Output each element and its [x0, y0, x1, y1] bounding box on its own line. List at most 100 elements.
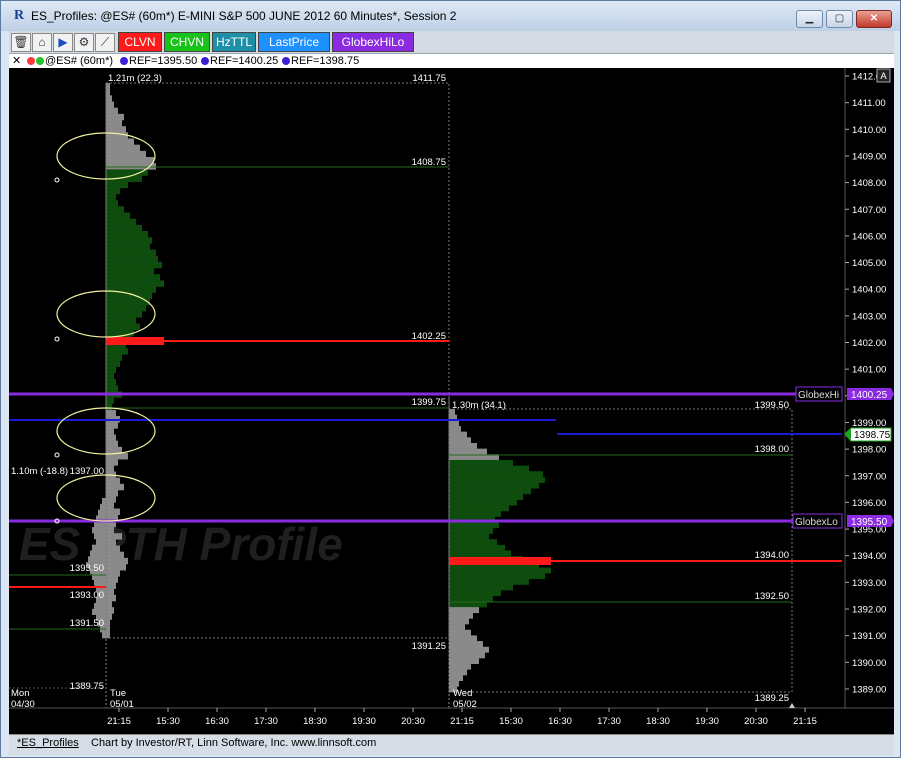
profile-bar [449, 539, 497, 546]
profile-bar [106, 557, 128, 565]
scroll-marker-icon[interactable] [789, 703, 795, 708]
tue-poc-label: 1402.25 [412, 331, 446, 342]
tue-header-label: 1.21m (22.3) [108, 73, 162, 84]
profile-bar [449, 629, 471, 636]
globex-hi-price: 1400.25 [851, 390, 888, 401]
clvn-button[interactable]: CLVN [118, 32, 162, 52]
profile-bar [106, 274, 160, 281]
profile-bar [106, 403, 112, 411]
time-axis[interactable]: 21:15 15:30 16:30 17:30 18:30 19:30 20:30 21:15… [107, 708, 817, 727]
tue-low-label: 1391.25 [412, 641, 446, 652]
wed-header-label: 1.30m (34.1) [452, 400, 506, 411]
profile-bar [106, 582, 116, 589]
time-tick-label: 18:30 [646, 716, 670, 727]
profile-bar [106, 187, 120, 195]
maximize-button[interactable]: ▢ [826, 10, 853, 28]
legend-bar: ✕ @ES# (60m*) REF=1395.50 REF=1400.25 RE… [9, 54, 894, 69]
time-tick-label: 20:30 [744, 716, 768, 727]
time-tick-label: 15:30 [156, 716, 180, 727]
legend-ref-2: REF=1400.25 [201, 54, 278, 68]
profile-bar [106, 508, 120, 515]
profile-bar [106, 194, 116, 201]
price-tick-label: 1404.00 [852, 285, 886, 296]
price-tick-label: 1407.00 [852, 205, 886, 216]
credit-text: Chart by Investor/RT, Linn Software, Inc… [91, 737, 377, 749]
profile-bar [449, 431, 467, 438]
profile-bar [106, 385, 118, 392]
profile-bar [449, 522, 499, 529]
chart-tab[interactable]: *ES_Profiles [17, 737, 79, 749]
profile-bar [106, 588, 114, 596]
profile-bar [449, 578, 529, 585]
profile-bar [449, 505, 509, 512]
profile-bar [106, 551, 124, 559]
chvn-button[interactable]: CHVN [164, 32, 210, 52]
profile-bar [106, 157, 154, 164]
profile-bar [449, 499, 517, 506]
price-tick-label: 1397.00 [852, 471, 886, 482]
profile-bar [449, 675, 463, 681]
mon-profile-bar [102, 632, 106, 639]
profile-bar [106, 564, 126, 571]
price-tick-label: 1403.00 [852, 311, 886, 322]
price-axis[interactable]: 1412.001411.001410.001409.001408.001407.… [845, 72, 886, 696]
lastprice-button[interactable]: LastPrice [258, 32, 330, 52]
profile-bar [449, 465, 529, 472]
profile-bar [106, 268, 154, 275]
wed-high-label: 1399.50 [755, 400, 789, 411]
profile-bar [106, 311, 142, 318]
profile-bar [106, 113, 124, 121]
chart-area[interactable]: ES RTH Profile 1.21m (22.3) 1411.75 1408… [9, 68, 894, 734]
time-tick-label: 20:30 [401, 716, 425, 727]
play-icon[interactable]: ▶ [53, 33, 73, 52]
tue-high-label: 1411.75 [412, 73, 446, 84]
ruler-icon[interactable]: ⟋ [95, 33, 115, 52]
profile-bar [106, 409, 116, 417]
time-tick-label: 21:15 [107, 716, 131, 727]
gear-icon[interactable]: ⚙ [74, 33, 94, 52]
wed-low-label: 1389.25 [755, 693, 789, 704]
trash-icon[interactable]: 🗑 [11, 33, 31, 52]
globex-lo-price: 1395.50 [851, 517, 888, 528]
anchor-handle[interactable] [54, 336, 60, 342]
profile-bar [449, 488, 531, 495]
profile-bar [106, 206, 124, 213]
chart-svg[interactable]: ES RTH Profile 1.21m (22.3) 1411.75 1408… [9, 68, 894, 734]
profile-bar [106, 576, 118, 583]
mon-profile-bar [96, 538, 106, 545]
anchor-handle[interactable] [54, 452, 60, 458]
anchor-handle[interactable] [54, 177, 60, 183]
hzttl-button[interactable]: HzTTL [212, 32, 256, 52]
profile-bar [106, 440, 118, 448]
profile-bar [449, 595, 493, 602]
profile-bar [106, 218, 136, 226]
globexhilo-button[interactable]: GlobexHiLo [332, 32, 414, 52]
profile-bar [106, 496, 116, 503]
profile-bar [449, 448, 487, 455]
price-tick-label: 1390.00 [852, 658, 886, 669]
profile-bar [106, 261, 162, 269]
app-logo-icon: R [13, 8, 25, 23]
price-tick-label: 1411.00 [852, 98, 886, 109]
home-icon[interactable]: ⌂ [32, 33, 52, 52]
profile-bar [449, 544, 505, 551]
profile-bar [449, 459, 513, 466]
price-tick-label: 1409.00 [852, 151, 886, 162]
legend-close-icon[interactable]: ✕ [12, 54, 21, 68]
mon-profile-bar [90, 550, 106, 557]
profile-bar [106, 360, 120, 367]
close-button[interactable]: ✕ [856, 10, 892, 28]
profile-bar [106, 434, 116, 441]
price-tick-label: 1402.00 [852, 338, 886, 349]
mon-profile-bar [94, 533, 106, 540]
profile-bar [106, 169, 148, 176]
time-tick-label: 18:30 [303, 716, 327, 727]
axis-mode-letter[interactable]: A [880, 71, 887, 82]
profile-bar [106, 570, 120, 577]
price-tick-label: 1401.00 [852, 365, 886, 376]
mon-profile-bar [94, 603, 106, 610]
profile-bar [106, 490, 118, 497]
time-tick-label: 17:30 [597, 716, 621, 727]
minimize-button[interactable]: ▁ [796, 10, 823, 28]
price-tick-label: 1398.00 [852, 445, 886, 456]
